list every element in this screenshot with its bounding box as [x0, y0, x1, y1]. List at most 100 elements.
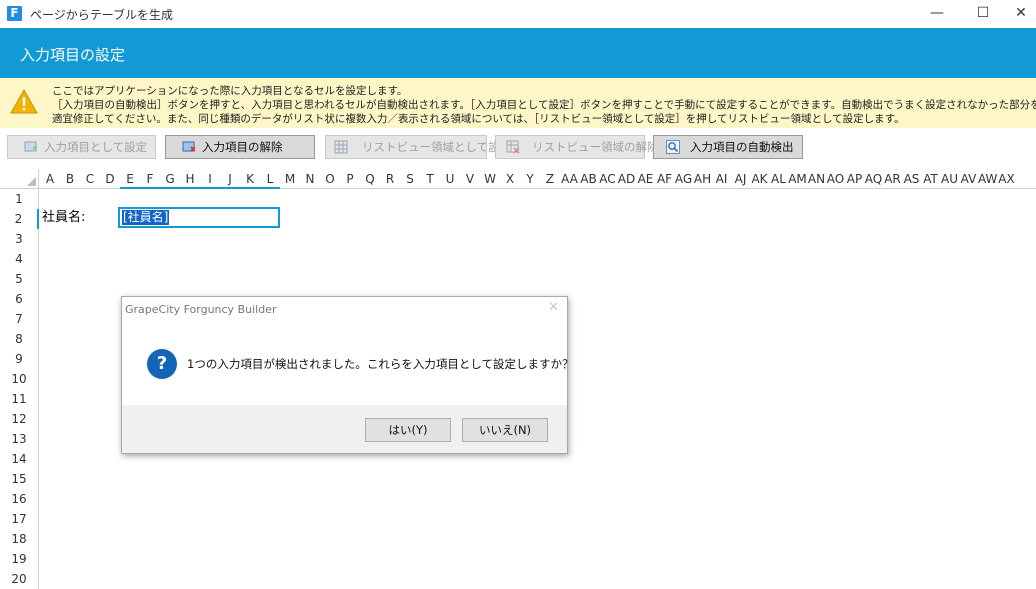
column-header-cell[interactable]: Z	[540, 169, 560, 189]
window-titlebar: F ページからテーブルを生成 — ☐ ✕	[0, 0, 1036, 28]
column-header-cell[interactable]: O	[320, 169, 340, 189]
set-input-label: 入力項目として設定	[44, 140, 148, 154]
column-header-cell[interactable]: S	[400, 169, 420, 189]
column-header-cell[interactable]: AV	[959, 169, 978, 189]
maximize-button[interactable]: ☐	[960, 0, 1006, 28]
no-button[interactable]: いいえ(N)	[462, 418, 548, 442]
column-header-cell[interactable]: B	[60, 169, 80, 189]
row-header-cell[interactable]: 17	[0, 509, 39, 529]
row-header-cell[interactable]: 12	[0, 409, 39, 429]
column-header-cell[interactable]: AD	[617, 169, 636, 189]
magnifier-icon	[666, 140, 680, 154]
column-header-cell[interactable]: N	[300, 169, 320, 189]
column-header-cell[interactable]: AG	[674, 169, 693, 189]
row-header-cell[interactable]: 1	[0, 189, 39, 209]
remove-listview-icon	[506, 140, 520, 154]
column-header-cell[interactable]: AK	[750, 169, 769, 189]
column-header-cell[interactable]: AR	[883, 169, 902, 189]
row-header-cell[interactable]: 3	[0, 229, 39, 249]
row-header-cell[interactable]: 16	[0, 489, 39, 509]
row-header-cell[interactable]: 7	[0, 309, 39, 329]
listview-grid-icon	[334, 140, 348, 154]
row-header-cell[interactable]: 4	[0, 249, 39, 269]
column-header-cell[interactable]: AH	[693, 169, 712, 189]
column-header: A B C D E F G H I J K L M N O P Q R S T U V W X Y Z AA AB AC AD AE AF AG…	[0, 169, 1036, 189]
column-header-cell[interactable]: U	[440, 169, 460, 189]
set-input-icon	[24, 141, 37, 152]
row-header-cell[interactable]: 10	[0, 369, 39, 389]
column-header-cell[interactable]: AS	[902, 169, 921, 189]
column-header-cell[interactable]: AF	[655, 169, 674, 189]
row-header-cell[interactable]: 2	[0, 209, 39, 229]
set-listview-button[interactable]: リストビュー領域として設定	[325, 135, 511, 159]
dialog-close-icon[interactable]: ✕	[548, 300, 559, 315]
column-header-cell[interactable]: AT	[921, 169, 940, 189]
remove-listview-label: リストビュー領域の解除	[532, 140, 659, 154]
set-listview-label: リストビュー領域として設定	[362, 140, 512, 154]
row-header-cell[interactable]: 5	[0, 269, 39, 289]
column-header-cell[interactable]: Q	[360, 169, 380, 189]
column-header-cell[interactable]: AN	[807, 169, 826, 189]
column-header-cell[interactable]: C	[80, 169, 100, 189]
column-header-cell[interactable]: AX	[997, 169, 1016, 189]
column-header-cell[interactable]: AL	[769, 169, 788, 189]
column-header-cell[interactable]: AA	[560, 169, 579, 189]
column-header-cell[interactable]: K	[240, 169, 260, 189]
column-header-cell[interactable]: AB	[579, 169, 598, 189]
column-header-cell[interactable]: V	[460, 169, 480, 189]
page-title: 入力項目の設定	[20, 46, 126, 64]
info-line-3: 適宜修正してください。また、同じ種類のデータがリスト状に複数入力／表示される領域…	[52, 113, 905, 125]
column-header-cell[interactable]: I	[200, 169, 220, 189]
column-header-cell[interactable]: AC	[598, 169, 617, 189]
close-button[interactable]: ✕	[1006, 0, 1036, 28]
row-header-cell[interactable]: 6	[0, 289, 39, 309]
column-header-cell[interactable]: AP	[845, 169, 864, 189]
row-header-cell[interactable]: 13	[0, 429, 39, 449]
column-header-cell[interactable]: Y	[520, 169, 540, 189]
column-header-cell[interactable]: AE	[636, 169, 655, 189]
column-header-cell[interactable]: J	[220, 169, 240, 189]
info-bar: ここではアプリケーションになった際に入力項目となるセルを設定します。 ［入力項目…	[0, 78, 1036, 128]
info-line-2: ［入力項目の自動検出］ボタンを押すと、入力項目と思われるセルが自動検出されます。…	[52, 99, 1036, 111]
column-header-cell[interactable]: P	[340, 169, 360, 189]
column-header-cell[interactable]: X	[500, 169, 520, 189]
warning-icon	[10, 88, 38, 114]
column-header-cell[interactable]: W	[480, 169, 500, 189]
selected-input-cell[interactable]: [社員名]	[118, 207, 280, 228]
row-header-cell[interactable]: 9	[0, 349, 39, 369]
column-header-cell[interactable]: T	[420, 169, 440, 189]
column-header-cell[interactable]: AI	[712, 169, 731, 189]
set-input-button[interactable]: 入力項目として設定	[7, 135, 156, 159]
column-header-cell[interactable]: D	[100, 169, 120, 189]
row-header-cell[interactable]: 8	[0, 329, 39, 349]
column-header-cell[interactable]: E	[120, 169, 140, 189]
row-header-cell[interactable]: 20	[0, 569, 39, 589]
column-header-cell[interactable]: R	[380, 169, 400, 189]
page-header: 入力項目の設定	[0, 28, 1036, 78]
remove-listview-button[interactable]: リストビュー領域の解除	[495, 135, 659, 159]
question-icon: ?	[147, 349, 177, 379]
column-header-cell[interactable]: AJ	[731, 169, 750, 189]
remove-input-button[interactable]: 入力項目の解除	[165, 135, 315, 159]
column-header-cell[interactable]: AQ	[864, 169, 883, 189]
column-header-cell[interactable]: A	[40, 169, 60, 189]
row-header-cell[interactable]: 18	[0, 529, 39, 549]
row-header-cell[interactable]: 11	[0, 389, 39, 409]
yes-button[interactable]: はい(Y)	[365, 418, 451, 442]
select-all-corner[interactable]	[0, 169, 39, 189]
column-header-cell[interactable]: H	[180, 169, 200, 189]
column-header-cell[interactable]: AW	[978, 169, 997, 189]
column-header-cell[interactable]: AU	[940, 169, 959, 189]
column-header-cell[interactable]: AM	[788, 169, 807, 189]
column-header-cell[interactable]: M	[280, 169, 300, 189]
column-header-cell[interactable]: L	[260, 169, 280, 189]
row-header-cell[interactable]: 14	[0, 449, 39, 469]
minimize-button[interactable]: —	[914, 0, 960, 28]
column-header-cell[interactable]: G	[160, 169, 180, 189]
column-header-cell[interactable]: AO	[826, 169, 845, 189]
row-header-cell[interactable]: 19	[0, 549, 39, 569]
label-cell[interactable]: 社員名:	[42, 209, 85, 227]
column-header-cell[interactable]: F	[140, 169, 160, 189]
auto-detect-button[interactable]: 入力項目の自動検出	[653, 135, 803, 159]
row-header-cell[interactable]: 15	[0, 469, 39, 489]
